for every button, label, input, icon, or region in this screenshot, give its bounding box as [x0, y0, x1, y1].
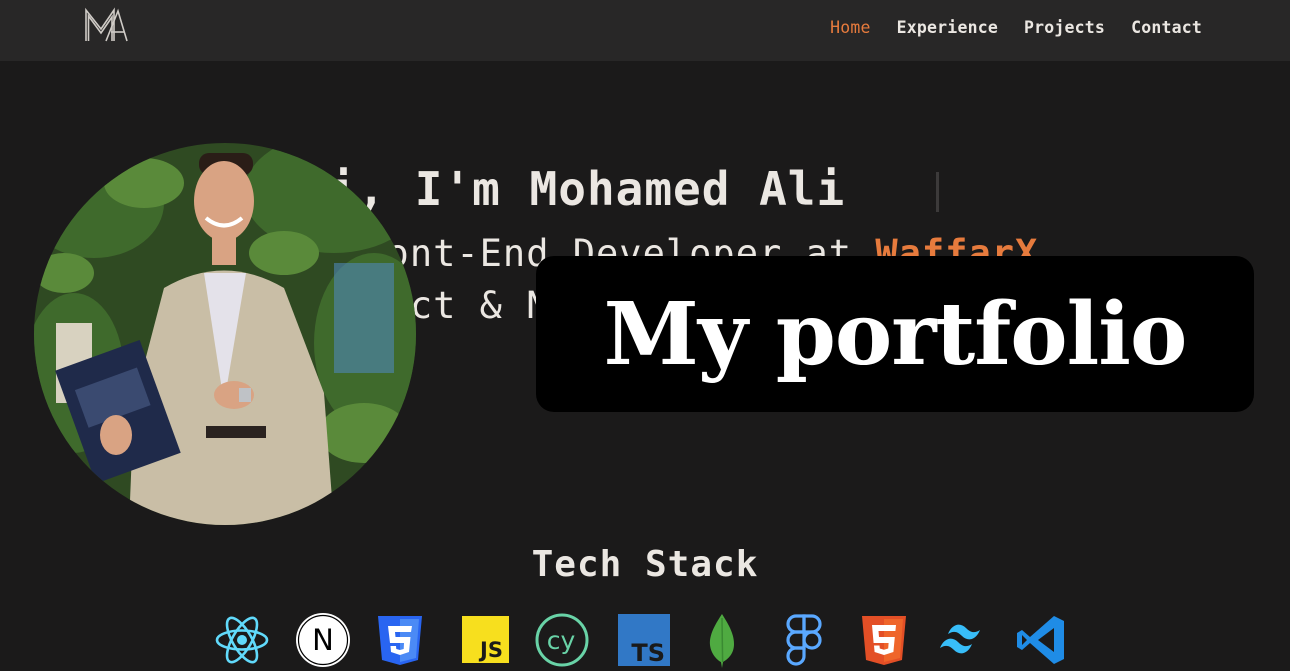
figma-icon — [776, 612, 832, 668]
typing-cursor — [936, 172, 939, 212]
nextjs-icon: N — [295, 612, 351, 668]
portfolio-badge: My portfolio — [536, 256, 1254, 412]
nav-link-experience[interactable]: Experience — [897, 18, 998, 37]
nextjs-letter: N — [312, 623, 334, 657]
nav-link-contact[interactable]: Contact — [1131, 18, 1202, 37]
cypress-letters: cy — [547, 626, 576, 655]
navbar: Home Experience Projects Contact — [0, 0, 1290, 61]
react-icon — [214, 612, 270, 668]
nav-link-projects[interactable]: Projects — [1024, 18, 1105, 37]
vscode-icon — [1014, 612, 1070, 668]
css3-icon — [372, 612, 428, 668]
profile-photo — [34, 143, 416, 525]
mongodb-icon — [694, 612, 750, 668]
html5-icon — [856, 612, 912, 668]
nav-link-home[interactable]: Home — [830, 18, 871, 37]
typescript-icon: TS — [616, 612, 672, 668]
tech-stack-icons: N JS cy TS — [214, 612, 1074, 671]
cypress-icon: cy — [534, 612, 590, 668]
javascript-letters: JS — [478, 638, 503, 662]
nav-menu: Home Experience Projects Contact — [830, 0, 1202, 54]
portfolio-title: My portfolio — [603, 283, 1188, 385]
hero-greeting: Hi, I'm Mohamed Ali — [300, 162, 846, 216]
tailwind-icon — [934, 612, 990, 668]
typescript-letters: TS — [631, 639, 665, 667]
javascript-icon: JS — [459, 612, 515, 668]
logo-icon[interactable] — [84, 7, 128, 43]
tech-stack-title: Tech Stack — [531, 544, 759, 585]
